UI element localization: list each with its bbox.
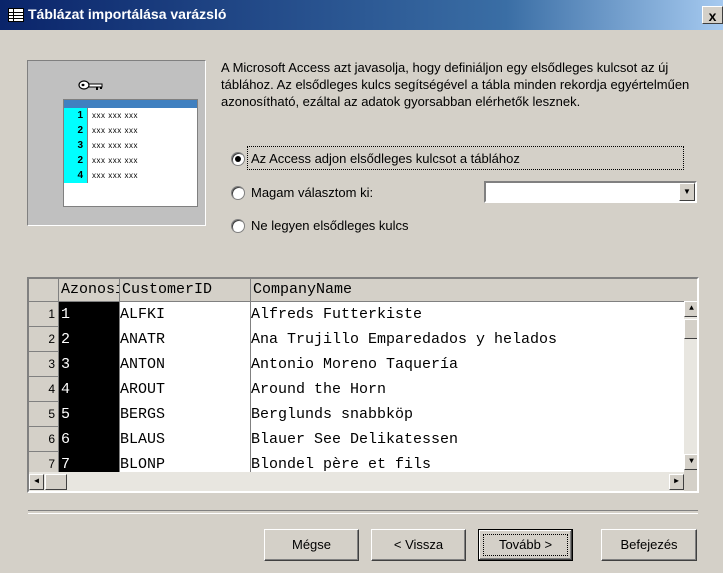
- next-button[interactable]: Tovább >: [478, 529, 573, 561]
- mini-row: 2 xxx xxx xxx: [64, 153, 197, 168]
- window-title: Táblázat importálása varázsló: [28, 6, 227, 22]
- mini-row-text: xxx xxx xxx: [92, 141, 138, 150]
- row-number[interactable]: 6: [29, 427, 59, 452]
- column-header[interactable]: CompanyName: [251, 279, 683, 301]
- primary-key-illustration: 1 xxx xxx xxx 2 xxx xxx xxx 3 xxx xxx xxx 2…: [27, 60, 206, 226]
- customer-id-cell[interactable]: BLAUS: [120, 427, 251, 452]
- radio-choose-key-label[interactable]: Magam választom ki:: [251, 185, 373, 200]
- id-cell[interactable]: 2: [59, 327, 120, 352]
- id-cell[interactable]: 3: [59, 352, 120, 377]
- mini-row: 3 xxx xxx xxx: [64, 138, 197, 153]
- grid-header-row: Azonosító CustomerID CompanyName: [29, 279, 697, 302]
- dropdown-arrow-icon[interactable]: ▼: [679, 183, 695, 201]
- table-row[interactable]: 5 5 BERGS Berglunds snabbköp: [29, 402, 697, 427]
- mini-row-text: xxx xxx xxx: [92, 111, 138, 120]
- customer-id-cell[interactable]: ANTON: [120, 352, 251, 377]
- mini-row: 2 xxx xxx xxx: [64, 123, 197, 138]
- customer-id-cell[interactable]: AROUT: [120, 377, 251, 402]
- column-header[interactable]: Azonosító: [59, 279, 120, 301]
- mini-row: 1 xxx xxx xxx: [64, 108, 197, 123]
- row-number[interactable]: 5: [29, 402, 59, 427]
- company-cell[interactable]: Around the Horn: [251, 377, 683, 402]
- radio-no-key-label[interactable]: Ne legyen elsődleges kulcs: [251, 218, 409, 233]
- scroll-right-icon[interactable]: ▶: [669, 474, 684, 490]
- mini-table-header: [64, 100, 197, 108]
- id-cell[interactable]: 5: [59, 402, 120, 427]
- scroll-thumb[interactable]: [684, 319, 697, 339]
- mini-row-text: xxx xxx xxx: [92, 126, 138, 135]
- radio-selected-icon[interactable]: [231, 152, 245, 166]
- mini-row-number: 2: [64, 153, 88, 168]
- title-bar: Táblázat importálása varázsló x: [0, 0, 723, 30]
- company-cell[interactable]: Antonio Moreno Taquería: [251, 352, 683, 377]
- customer-id-cell[interactable]: ALFKI: [120, 302, 251, 327]
- company-cell[interactable]: Berglunds snabbköp: [251, 402, 683, 427]
- id-cell[interactable]: 4: [59, 377, 120, 402]
- description-text: A Microsoft Access azt javasolja, hogy d…: [221, 60, 690, 109]
- finish-button[interactable]: Befejezés: [601, 529, 697, 561]
- scroll-up-icon[interactable]: ▲: [684, 301, 697, 317]
- table-row[interactable]: 2 2 ANATR Ana Trujillo Emparedados y helado…: [29, 327, 697, 352]
- key-field-dropdown[interactable]: ▼: [484, 181, 697, 203]
- scroll-down-icon[interactable]: ▼: [684, 454, 697, 470]
- data-preview-grid[interactable]: Azonosító CustomerID CompanyName 11ALFKI…: [27, 277, 699, 493]
- close-button[interactable]: x: [702, 6, 723, 24]
- wizard-table-icon: [8, 8, 24, 22]
- mini-row-number: 2: [64, 123, 88, 138]
- grid-corner: [29, 279, 59, 301]
- id-cell[interactable]: 6: [59, 427, 120, 452]
- table-row[interactable]: 6 6 BLAUS Blauer See Delikatessen: [29, 427, 697, 452]
- company-cell[interactable]: Ana Trujillo Emparedados y helados: [251, 327, 683, 352]
- row-number[interactable]: 2: [29, 327, 59, 352]
- customer-id-cell[interactable]: ANATR: [120, 327, 251, 352]
- company-cell[interactable]: Alfreds Futterkiste: [251, 302, 683, 327]
- mini-row-number: 3: [64, 138, 88, 153]
- id-cell[interactable]: 1: [59, 302, 120, 327]
- column-header[interactable]: CustomerID: [120, 279, 251, 301]
- mini-row-number: 4: [64, 168, 88, 183]
- table-row[interactable]: 3 3 ANTON Antonio Moreno Taquería: [29, 352, 697, 377]
- focus-rectangle: [483, 534, 568, 556]
- radio-unselected-icon[interactable]: [231, 186, 245, 200]
- table-row[interactable]: 4 4 AROUT Around the Horn: [29, 377, 697, 402]
- customer-id-cell[interactable]: BERGS: [120, 402, 251, 427]
- mini-row-number: 1: [64, 108, 88, 123]
- company-cell[interactable]: Blauer See Delikatessen: [251, 427, 683, 452]
- cancel-button[interactable]: Mégse: [264, 529, 359, 561]
- vertical-scrollbar[interactable]: ▲ ▼: [684, 301, 697, 470]
- scroll-left-icon[interactable]: ◀: [29, 474, 44, 490]
- mini-row-text: xxx xxx xxx: [92, 171, 138, 180]
- mini-row-text: xxx xxx xxx: [92, 156, 138, 165]
- scroll-thumb[interactable]: [45, 474, 67, 490]
- row-number[interactable]: 4: [29, 377, 59, 402]
- mini-row: 4 xxx xxx xxx: [64, 168, 197, 183]
- horizontal-scrollbar[interactable]: ◀ ▶: [29, 472, 684, 491]
- radio-unselected-icon[interactable]: [231, 219, 245, 233]
- row-number[interactable]: 3: [29, 352, 59, 377]
- row-number[interactable]: 1: [29, 302, 59, 327]
- scrollbar-corner: [684, 470, 697, 491]
- mini-table-icon: 1 xxx xxx xxx 2 xxx xxx xxx 3 xxx xxx xxx 2…: [63, 99, 198, 207]
- back-button[interactable]: < Vissza: [371, 529, 466, 561]
- key-icon: [78, 80, 103, 90]
- table-row[interactable]: 1 1 ALFKI Alfreds Futterkiste: [29, 302, 697, 327]
- radio-auto-key-label[interactable]: Az Access adjon elsődleges kulcsot a táb…: [251, 151, 520, 166]
- separator-line: [28, 510, 698, 514]
